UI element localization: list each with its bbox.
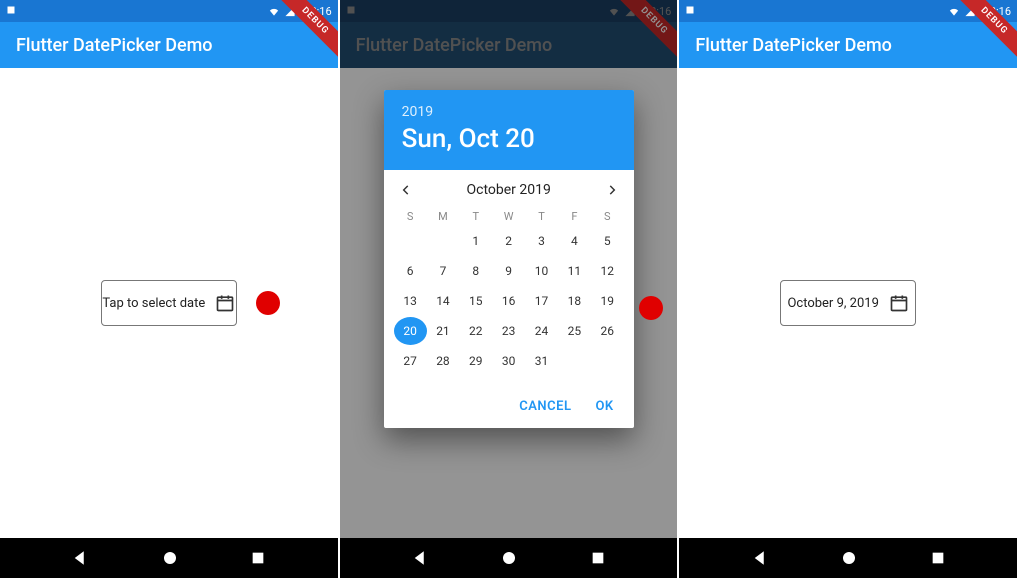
status-bar: 2:16 [0,0,338,22]
date-picker-header: 2019 Sun, Oct 20 [384,90,634,170]
nav-home-icon[interactable] [840,549,858,567]
nav-bar [0,538,338,578]
screen-content: October 9, 2019 [679,68,1017,538]
cancel-button[interactable]: CANCEL [519,399,571,414]
day-cell[interactable]: 13 [394,287,427,315]
weekday-label: F [558,210,591,223]
prev-month-button[interactable] [396,180,416,200]
year-selector[interactable]: 2019 [402,104,616,120]
day-cell[interactable]: 23 [492,317,525,345]
day-cell[interactable]: 26 [591,317,624,345]
day-cell[interactable]: 8 [459,257,492,285]
day-cell[interactable]: 18 [558,287,591,315]
weekday-label: M [427,210,460,223]
nav-back-icon[interactable] [411,549,429,567]
app-bar: Flutter DatePicker Demo [679,22,1017,68]
status-time: 2:16 [990,5,1011,18]
status-bar: 2:16 [679,0,1017,22]
wifi-icon [947,6,961,17]
notification-icon [685,5,697,17]
date-field-label: Tap to select date [102,296,205,311]
day-cell[interactable]: 27 [394,347,427,375]
day-cell-empty [394,227,427,255]
chevron-left-icon [399,183,413,197]
battery-icon [299,5,307,17]
battery-icon [979,5,987,17]
day-cell[interactable]: 3 [525,227,558,255]
month-label: October 2019 [466,182,550,198]
status-time: 2:16 [310,5,331,18]
app-bar: Flutter DatePicker Demo [0,22,338,68]
day-cell[interactable]: 5 [591,227,624,255]
nav-bar [340,538,678,578]
nav-home-icon[interactable] [500,549,518,567]
weekday-label: S [591,210,624,223]
day-cell[interactable]: 20 [394,317,427,345]
calendar-icon [889,293,909,313]
nav-back-icon[interactable] [71,549,89,567]
weekday-label: T [459,210,492,223]
day-cell[interactable]: 14 [427,287,460,315]
day-cell[interactable]: 22 [459,317,492,345]
next-month-button[interactable] [602,180,622,200]
nav-back-icon[interactable] [751,549,769,567]
day-cell[interactable]: 15 [459,287,492,315]
notification-icon [6,5,18,17]
calendar-icon [215,293,235,313]
day-cell[interactable]: 21 [427,317,460,345]
wifi-icon [267,6,281,17]
day-cell[interactable]: 16 [492,287,525,315]
month-nav: October 2019 [384,170,634,206]
day-cell[interactable]: 31 [525,347,558,375]
ok-button[interactable]: OK [595,399,613,414]
date-select-field[interactable]: October 9, 2019 [780,280,916,326]
weekday-label: S [394,210,427,223]
signal-icon [964,6,976,17]
day-cell[interactable]: 7 [427,257,460,285]
app-title: Flutter DatePicker Demo [695,35,892,56]
date-picker-dialog: 2019 Sun, Oct 20 October 2019 SMTWTFS 12… [384,90,634,428]
nav-home-icon[interactable] [161,549,179,567]
signal-icon [284,6,296,17]
screen-datepicker-open: 2:16 Flutter DatePicker Demo DEBUG 2019 … [340,0,678,578]
nav-recent-icon[interactable] [250,550,266,566]
screen-result: 2:16 Flutter DatePicker Demo October 9, … [679,0,1017,578]
day-cell[interactable]: 24 [525,317,558,345]
nav-recent-icon[interactable] [590,550,606,566]
chevron-right-icon [605,183,619,197]
day-cell[interactable]: 1 [459,227,492,255]
day-cell[interactable]: 17 [525,287,558,315]
screen-content: Tap to select date [0,68,338,538]
weekday-label: W [492,210,525,223]
day-cell[interactable]: 11 [558,257,591,285]
day-cell[interactable]: 2 [492,227,525,255]
date-field-label: October 9, 2019 [787,296,878,311]
day-grid: 1234567891011121314151617181920212223242… [384,227,634,381]
day-cell[interactable]: 10 [525,257,558,285]
app-title: Flutter DatePicker Demo [16,35,213,56]
nav-bar [679,538,1017,578]
nav-recent-icon[interactable] [930,550,946,566]
day-cell[interactable]: 30 [492,347,525,375]
weekday-label: T [525,210,558,223]
date-select-field[interactable]: Tap to select date [101,280,237,326]
day-cell[interactable]: 19 [591,287,624,315]
day-cell[interactable]: 28 [427,347,460,375]
touch-indicator [256,291,280,315]
day-cell[interactable]: 9 [492,257,525,285]
day-cell[interactable]: 29 [459,347,492,375]
selected-date-label: Sun, Oct 20 [402,124,616,154]
screen-initial: 2:16 Flutter DatePicker Demo Tap to sele… [0,0,338,578]
day-cell[interactable]: 6 [394,257,427,285]
weekday-header: SMTWTFS [384,206,634,227]
day-cell-empty [427,227,460,255]
day-cell[interactable]: 25 [558,317,591,345]
day-cell[interactable]: 4 [558,227,591,255]
dialog-actions: CANCEL OK [384,381,634,428]
day-cell[interactable]: 12 [591,257,624,285]
